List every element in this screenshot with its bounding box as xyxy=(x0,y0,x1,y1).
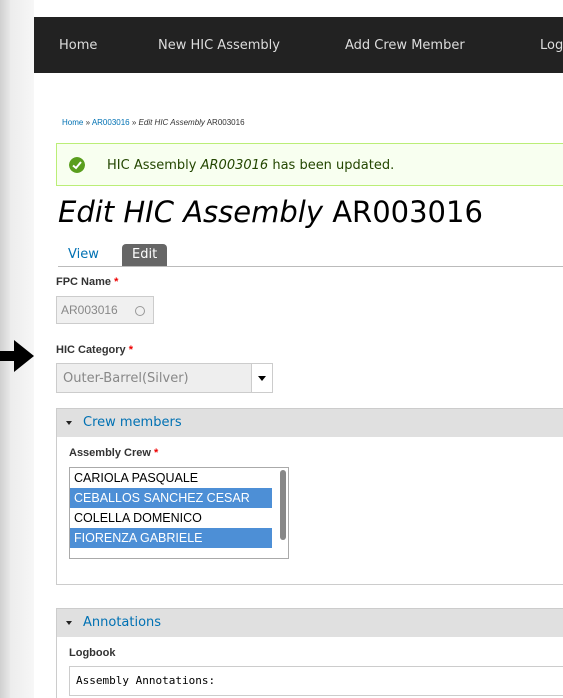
status-id: AR003016 xyxy=(200,158,269,173)
crew-option[interactable]: COLELLA DOMENICO xyxy=(70,508,272,528)
tab-divider xyxy=(58,266,563,267)
logbook-label: Logbook xyxy=(69,647,116,659)
triangle-down-icon xyxy=(66,421,72,425)
breadcrumb-item[interactable]: AR003016 xyxy=(92,118,130,127)
check-circle-icon xyxy=(69,157,85,173)
nav-log[interactable]: Log xyxy=(540,38,563,53)
listbox-scrollbar[interactable] xyxy=(280,470,286,540)
page-title: Edit HIC Assembly AR003016 xyxy=(58,195,483,229)
crew-option[interactable]: CEBALLOS SANCHEZ CESAR xyxy=(70,488,272,508)
main-navbar: Home New HIC Assembly Add Crew Member Lo… xyxy=(34,17,563,73)
breadcrumb-home[interactable]: Home xyxy=(62,118,83,127)
annotations-toggle[interactable]: Annotations xyxy=(57,609,563,637)
crew-members-fieldset: Crew members Assembly Crew * CARIOLA PAS… xyxy=(56,408,563,585)
fpc-name-label: FPC Name * xyxy=(56,276,119,288)
hic-category-label: HIC Category * xyxy=(56,344,134,356)
crew-members-toggle[interactable]: Crew members xyxy=(57,409,563,437)
tab-view[interactable]: View xyxy=(58,244,109,266)
hic-category-select[interactable]: Outer-Barrel(Silver) xyxy=(56,363,273,393)
loading-circle-icon xyxy=(135,306,145,316)
chevron-down-icon[interactable] xyxy=(251,364,272,392)
tab-edit[interactable]: Edit xyxy=(122,244,168,266)
nav-home[interactable]: Home xyxy=(59,38,97,53)
breadcrumb: Home » AR003016 » Edit HIC Assembly AR00… xyxy=(62,118,245,127)
arrow-right-icon xyxy=(0,340,34,372)
triangle-down-icon xyxy=(66,621,72,625)
nav-add-crew-member[interactable]: Add Crew Member xyxy=(345,38,465,53)
page: Home New HIC Assembly Add Crew Member Lo… xyxy=(34,0,563,698)
crew-option[interactable]: FIORENZA GABRIELE xyxy=(70,528,272,548)
status-message: HIC Assembly AR003016 has been updated. xyxy=(56,143,563,186)
fpc-name-field[interactable]: AR003016 xyxy=(56,296,154,324)
assembly-crew-label: Assembly Crew * xyxy=(69,447,159,459)
breadcrumb-current: Edit HIC Assembly xyxy=(138,118,205,127)
assembly-crew-listbox[interactable]: CARIOLA PASQUALE CEBALLOS SANCHEZ CESAR … xyxy=(69,467,289,559)
crew-option[interactable]: CARIOLA PASQUALE xyxy=(70,468,272,488)
nav-new-hic-assembly[interactable]: New HIC Assembly xyxy=(158,38,280,53)
annotations-fieldset: Annotations Logbook Assembly Annotations… xyxy=(56,608,563,698)
logbook-textarea[interactable]: Assembly Annotations: xyxy=(69,666,563,696)
